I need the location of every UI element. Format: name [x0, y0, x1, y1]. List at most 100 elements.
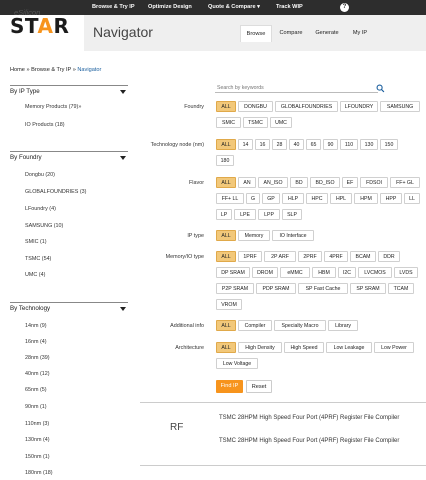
chip-flavor-hpp[interactable]: HPP — [380, 193, 402, 204]
chip-arch-high-density[interactable]: High Density — [238, 342, 282, 353]
chip-tech-90[interactable]: 90 — [323, 139, 338, 150]
chip-flavor-bd[interactable]: BD — [290, 177, 308, 188]
result-item-link[interactable]: TSMC 28HPM High Speed Four Port (4PRF) R… — [219, 414, 424, 422]
chip-memio-1prf[interactable]: 1PRF — [238, 251, 262, 262]
sidebar-item-foundry[interactable]: UMC (4) — [25, 272, 45, 278]
chip-addinfo-compiler[interactable]: Compiler — [238, 320, 272, 331]
nav-track-wip[interactable]: Track WIP — [276, 0, 303, 15]
chip-memio-sp-fast-cache[interactable]: SP Fast Cache — [298, 283, 348, 294]
chip-memio-pdp-sram[interactable]: PDP SRAM — [256, 283, 296, 294]
chip-memio-sp-sram[interactable]: SP SRAM — [350, 283, 386, 294]
chip-memio-drom[interactable]: DROM — [252, 267, 278, 278]
chip-arch-low-voltage[interactable]: Low Voltage — [216, 358, 258, 369]
chip-iptype-all[interactable]: ALL — [216, 230, 236, 241]
chip-memio-bcam[interactable]: BCAM — [350, 251, 376, 262]
search-icon[interactable] — [376, 84, 385, 93]
chip-memio-i2c[interactable]: I2C — [338, 267, 356, 278]
sidebar-section-header[interactable]: By IP Type — [10, 86, 128, 98]
chip-arch-all[interactable]: ALL — [216, 342, 236, 353]
sidebar-item-foundry[interactable]: Dongbu (20) — [25, 172, 55, 178]
chip-flavor-fdsoi[interactable]: FDSOI — [360, 177, 388, 188]
chip-addinfo-specialty-macro[interactable]: Specialty Macro — [274, 320, 326, 331]
breadcrumb-home[interactable]: Home — [10, 67, 25, 73]
find-ip-button[interactable]: Find IP — [216, 380, 243, 393]
chip-memio-p2p-sram[interactable]: P2P SRAM — [216, 283, 254, 294]
chip-memio-dp-sram[interactable]: DP SRAM — [216, 267, 250, 278]
nav-quote-compare[interactable]: Quote & Compare ▾ — [208, 0, 260, 15]
chip-memio-2p-arf[interactable]: 2P ARF — [264, 251, 296, 262]
chip-flavor-ff-ll[interactable]: FF+ LL — [216, 193, 244, 204]
sidebar-item-technology[interactable]: 14nm (9) — [25, 323, 47, 329]
chip-tech-all[interactable]: ALL — [216, 139, 236, 150]
tab-my-ip[interactable]: My IP — [346, 26, 374, 41]
chip-flavor-lpp[interactable]: LPP — [258, 209, 280, 220]
chip-foundry-all[interactable]: ALL — [216, 101, 236, 112]
tab-browse[interactable]: Browse — [240, 25, 272, 42]
chip-arch-low-power[interactable]: Low Power — [374, 342, 414, 353]
tab-compare[interactable]: Compare — [274, 26, 308, 41]
sidebar-item-foundry[interactable]: SMIC (1) — [25, 239, 47, 245]
chip-foundry-umc[interactable]: UMC — [270, 117, 292, 128]
sidebar-section-header[interactable]: By Technology — [10, 303, 128, 315]
chip-arch-high-speed[interactable]: High Speed — [284, 342, 324, 353]
sidebar-item-memory-products[interactable]: Memory Products (79)» — [25, 104, 81, 110]
sidebar-item-foundry[interactable]: TSMC (54) — [25, 256, 51, 262]
search-input[interactable] — [215, 84, 378, 93]
chip-tech-150[interactable]: 150 — [380, 139, 398, 150]
chip-flavor-lpe[interactable]: LPE — [234, 209, 256, 220]
chip-tech-14[interactable]: 14 — [238, 139, 253, 150]
chip-flavor-ll[interactable]: LL — [404, 193, 420, 204]
sidebar-item-foundry[interactable]: SAMSUNG (10) — [25, 223, 63, 229]
chip-tech-65[interactable]: 65 — [306, 139, 321, 150]
sidebar-item-technology[interactable]: 180nm (18) — [25, 470, 53, 476]
sidebar-item-technology[interactable]: 40nm (12) — [25, 371, 50, 377]
reset-button[interactable]: Reset — [246, 380, 272, 393]
chip-tech-130[interactable]: 130 — [360, 139, 378, 150]
sidebar-item-foundry[interactable]: GLOBALFOUNDRIES (3) — [25, 189, 86, 195]
chip-flavor-slp[interactable]: SLP — [282, 209, 302, 220]
chip-tech-180[interactable]: 180 — [216, 155, 234, 166]
chip-foundry-dongbu[interactable]: DONGBU — [238, 101, 273, 112]
chip-flavor-all[interactable]: ALL — [216, 177, 236, 188]
sidebar-section-header[interactable]: By Foundry — [10, 152, 128, 164]
chip-flavor-g[interactable]: G — [246, 193, 260, 204]
chip-flavor-hlp[interactable]: HLP — [282, 193, 304, 204]
nav-optimize-design[interactable]: Optimize Design — [148, 0, 192, 15]
chip-memio-tcam[interactable]: TCAM — [388, 283, 414, 294]
sidebar-item-io-products[interactable]: IO Products (18) — [25, 122, 65, 128]
sidebar-item-technology[interactable]: 65nm (5) — [25, 387, 47, 393]
chip-flavor-ff-gl[interactable]: FF+ GL — [390, 177, 420, 188]
sidebar-item-technology[interactable]: 130nm (4) — [25, 437, 50, 443]
chip-foundry-samsung[interactable]: SAMSUNG — [380, 101, 420, 112]
chip-flavor-an-iso[interactable]: AN_ISO — [258, 177, 288, 188]
chip-memio-vrom[interactable]: VROM — [216, 299, 242, 310]
chip-memio-hbm[interactable]: HBM — [312, 267, 336, 278]
chip-tech-16[interactable]: 16 — [255, 139, 270, 150]
chip-addinfo-all[interactable]: ALL — [216, 320, 236, 331]
chip-tech-110[interactable]: 110 — [340, 139, 358, 150]
chip-iptype-memory[interactable]: Memory — [238, 230, 270, 241]
chip-memio-4prf[interactable]: 4PRF — [324, 251, 348, 262]
chip-tech-40[interactable]: 40 — [289, 139, 304, 150]
chip-memio-all[interactable]: ALL — [216, 251, 236, 262]
chip-flavor-hpl[interactable]: HPL — [330, 193, 352, 204]
chip-memio-emmc[interactable]: eMMC — [280, 267, 310, 278]
breadcrumb-browse[interactable]: Browse & Try IP — [31, 67, 71, 73]
chip-foundry-lfoundry[interactable]: LFOUNDRY — [340, 101, 378, 112]
chip-foundry-tsmc[interactable]: TSMC — [243, 117, 268, 128]
sidebar-item-technology[interactable]: 150nm (1) — [25, 454, 50, 460]
chip-memio-2prf[interactable]: 2PRF — [298, 251, 322, 262]
chip-memio-ddr[interactable]: DDR — [378, 251, 400, 262]
tab-generate[interactable]: Generate — [310, 26, 344, 41]
help-icon[interactable]: ? — [340, 3, 349, 12]
sidebar-item-technology[interactable]: 90nm (1) — [25, 404, 47, 410]
chip-flavor-lp[interactable]: LP — [216, 209, 232, 220]
chip-arch-low-leakage[interactable]: Low Leakage — [326, 342, 372, 353]
chip-tech-28[interactable]: 28 — [272, 139, 287, 150]
chip-memio-lvcmos[interactable]: LVCMOS — [358, 267, 392, 278]
chip-foundry-globalfoundries[interactable]: GLOBALFOUNDRIES — [275, 101, 338, 112]
result-item-link[interactable]: TSMC 28HPM High Speed Four Port (4PRF) R… — [219, 437, 424, 445]
chip-addinfo-library[interactable]: Library — [328, 320, 358, 331]
chip-foundry-smic[interactable]: SMIC — [216, 117, 241, 128]
chip-flavor-hpm[interactable]: HPM — [354, 193, 378, 204]
